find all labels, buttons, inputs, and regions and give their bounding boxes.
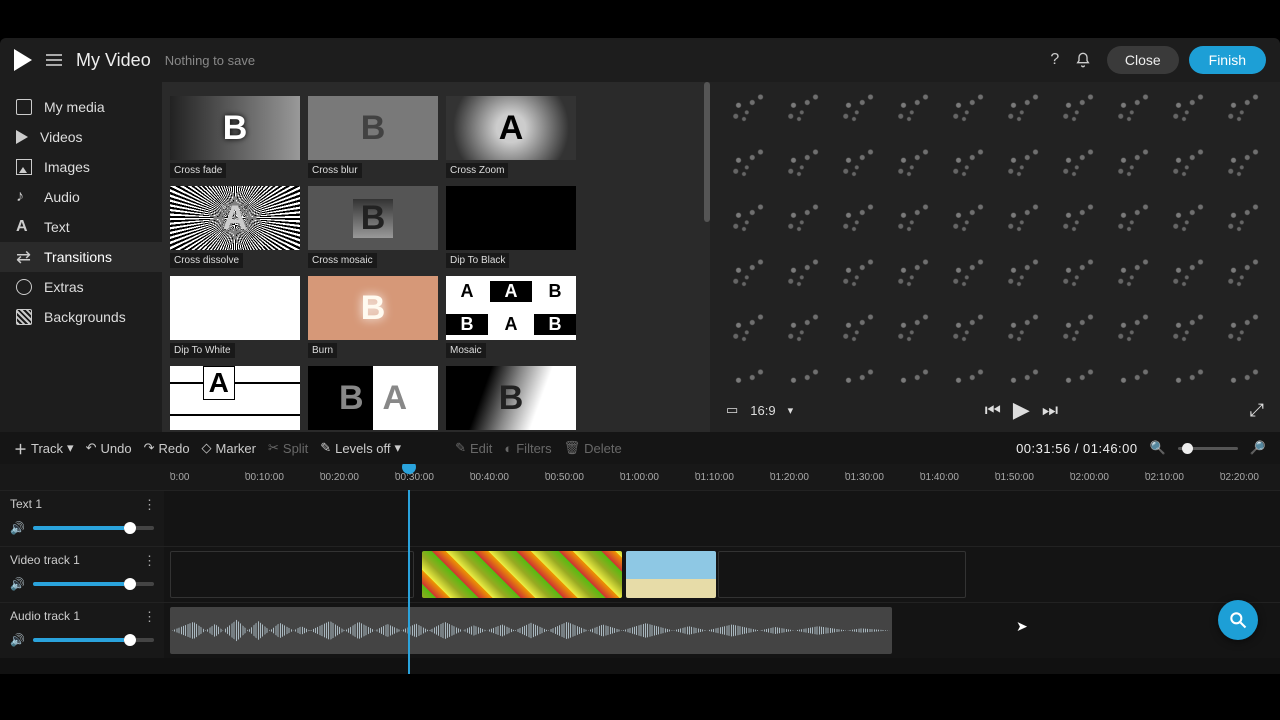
zoom-out-icon[interactable]: 🔍 bbox=[1150, 440, 1166, 456]
timeline: 0:0000:10:0000:20:0000:30:0000:40:0000:5… bbox=[0, 464, 1280, 674]
track-menu-icon[interactable]: ⋮ bbox=[143, 609, 156, 625]
transition-wipe[interactable]: B bbox=[446, 366, 576, 432]
transition-cross-fade[interactable]: BCross fade bbox=[170, 96, 300, 178]
menu-icon[interactable] bbox=[46, 54, 62, 66]
sidebar-item-videos[interactable]: Videos bbox=[0, 122, 162, 152]
edit-button[interactable]: ✎ Edit bbox=[455, 440, 492, 456]
volume-slider[interactable] bbox=[33, 526, 154, 530]
speaker-icon[interactable]: 🔊 bbox=[10, 521, 25, 535]
transition-grid[interactable]: A bbox=[170, 366, 300, 432]
extras-icon bbox=[16, 279, 32, 295]
audio-clip[interactable] bbox=[170, 607, 892, 654]
video-icon bbox=[16, 130, 28, 144]
track-menu-icon[interactable]: ⋮ bbox=[143, 497, 156, 513]
track-menu-icon[interactable]: ⋮ bbox=[143, 553, 156, 569]
preview-column: ▭ 16:9 ▾ ⏮ ▶ ⏭ ⤢ bbox=[710, 82, 1280, 432]
play-button[interactable]: ▶ bbox=[1013, 397, 1030, 423]
transition-dip-to-black[interactable]: Dip To Black bbox=[446, 186, 576, 268]
levels-button[interactable]: ✎ Levels off ▾ bbox=[320, 440, 401, 456]
aspect-ratio[interactable]: 16:9 bbox=[750, 403, 775, 418]
sidebar-item-transitions[interactable]: ⇄Transitions bbox=[0, 242, 162, 272]
zoom-in-icon[interactable]: 🔎 bbox=[1250, 440, 1266, 456]
project-title: My Video bbox=[76, 50, 151, 71]
transition-cross-mosaic[interactable]: BCross mosaic bbox=[308, 186, 438, 268]
transitions-icon: ⇄ bbox=[16, 249, 32, 265]
chevron-down-icon[interactable]: ▾ bbox=[788, 404, 794, 417]
sidebar-item-extras[interactable]: Extras bbox=[0, 272, 162, 302]
sidebar: My media Videos Images ♪Audio AText ⇄Tra… bbox=[0, 82, 162, 432]
text-icon: A bbox=[16, 219, 32, 235]
skip-back-button[interactable]: ⏮ bbox=[985, 400, 1001, 421]
sidebar-item-images[interactable]: Images bbox=[0, 152, 162, 182]
fullscreen-icon[interactable]: ⤢ bbox=[1250, 400, 1264, 421]
transition-cross-blur[interactable]: BCross blur bbox=[308, 96, 438, 178]
skip-forward-button[interactable]: ⏭ bbox=[1042, 400, 1058, 421]
video-clip[interactable] bbox=[626, 551, 716, 598]
volume-slider[interactable] bbox=[33, 638, 154, 642]
sidebar-item-audio[interactable]: ♪Audio bbox=[0, 182, 162, 212]
transition-burn[interactable]: BBurn bbox=[308, 276, 438, 358]
close-button[interactable]: Close bbox=[1107, 46, 1179, 74]
undo-button[interactable]: ↶ Undo bbox=[86, 440, 132, 456]
zoom-slider[interactable] bbox=[1178, 447, 1238, 450]
playhead[interactable] bbox=[408, 490, 410, 674]
split-button[interactable]: ✂ Split bbox=[268, 440, 308, 456]
filters-button[interactable]: ◐ Filters bbox=[504, 441, 551, 456]
video-clip[interactable] bbox=[422, 551, 622, 598]
marker-button[interactable]: ◇ Marker bbox=[202, 440, 256, 456]
image-icon bbox=[16, 159, 32, 175]
preview-canvas[interactable] bbox=[722, 86, 1268, 384]
video-clip[interactable] bbox=[718, 551, 966, 598]
delete-button[interactable]: 🗑 Delete bbox=[564, 440, 622, 456]
transition-dip-to-white[interactable]: Dip To White bbox=[170, 276, 300, 358]
save-status: Nothing to save bbox=[165, 53, 255, 68]
timecode: 00:31:56 / 01:46:00 bbox=[1016, 441, 1138, 456]
playback-controls: ▭ 16:9 ▾ ⏮ ▶ ⏭ ⤢ bbox=[718, 388, 1272, 432]
folder-icon bbox=[16, 99, 32, 115]
sidebar-item-backgrounds[interactable]: Backgrounds bbox=[0, 302, 162, 332]
header: My Video Nothing to save ? Close Finish bbox=[0, 38, 1280, 82]
backgrounds-icon bbox=[16, 309, 32, 325]
audio-icon: ♪ bbox=[16, 189, 32, 205]
track-text: Text 1 ⋮ 🔊 bbox=[0, 490, 1280, 546]
aspect-icon: ▭ bbox=[726, 402, 738, 418]
track-video: Video track 1 ⋮ 🔊 bbox=[0, 546, 1280, 602]
transitions-panel: BCross fade BCross blur ACross Zoom ACro… bbox=[162, 82, 710, 432]
transition-mosaic[interactable]: AABBABMosaic bbox=[446, 276, 576, 358]
search-fab[interactable] bbox=[1218, 600, 1258, 640]
timeline-toolbar: ＋Track ▾ ↶ Undo ↷ Redo ◇ Marker ✂ Split … bbox=[0, 432, 1280, 464]
video-clip[interactable] bbox=[170, 551, 414, 598]
transition-cross-dissolve[interactable]: ACross dissolve bbox=[170, 186, 300, 268]
bell-icon[interactable] bbox=[1069, 46, 1097, 74]
speaker-icon[interactable]: 🔊 bbox=[10, 633, 25, 647]
transition-slide[interactable]: B A bbox=[308, 366, 438, 432]
sidebar-item-my-media[interactable]: My media bbox=[0, 92, 162, 122]
redo-button[interactable]: ↷ Redo bbox=[144, 440, 190, 456]
workspace: My media Videos Images ♪Audio AText ⇄Tra… bbox=[0, 82, 1280, 432]
sidebar-item-text[interactable]: AText bbox=[0, 212, 162, 242]
volume-slider[interactable] bbox=[33, 582, 154, 586]
finish-button[interactable]: Finish bbox=[1189, 46, 1266, 74]
track-audio: Audio track 1 ⋮ 🔊 bbox=[0, 602, 1280, 658]
app-logo-icon bbox=[14, 49, 32, 71]
add-track-button[interactable]: ＋Track ▾ bbox=[14, 439, 74, 458]
transition-cross-zoom[interactable]: ACross Zoom bbox=[446, 96, 576, 178]
help-icon[interactable]: ? bbox=[1041, 46, 1069, 74]
ruler[interactable]: 0:0000:10:0000:20:0000:30:0000:40:0000:5… bbox=[0, 464, 1280, 490]
speaker-icon[interactable]: 🔊 bbox=[10, 577, 25, 591]
